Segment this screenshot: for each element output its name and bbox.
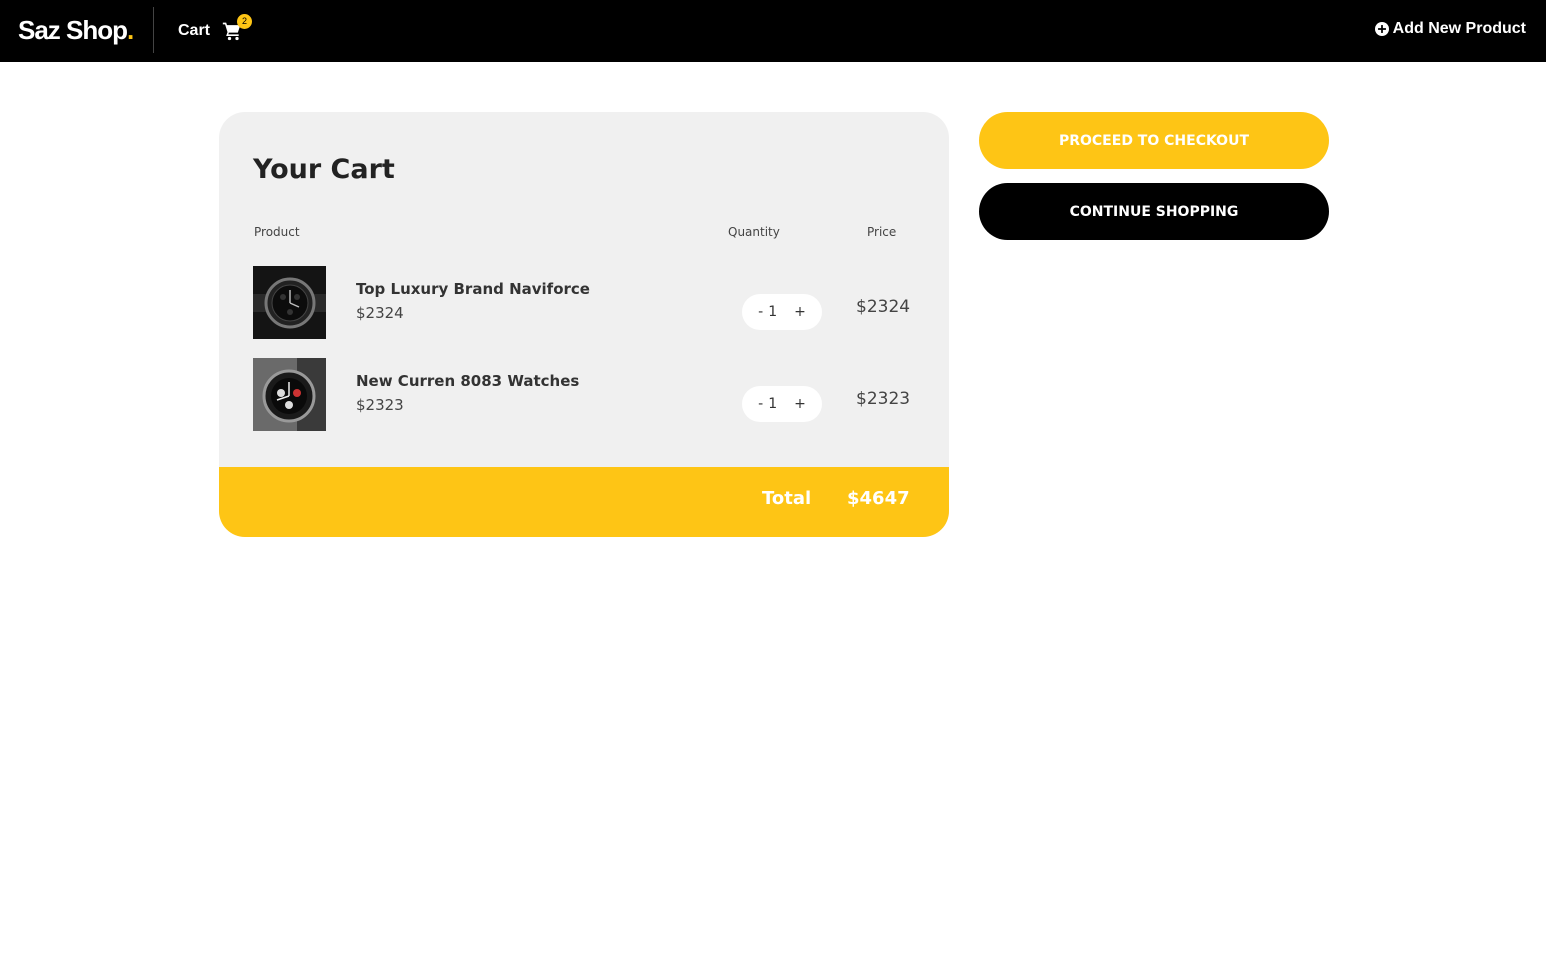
cart-link[interactable]: Cart 2	[178, 14, 253, 44]
decrease-quantity-button[interactable]: -	[754, 304, 767, 320]
add-new-product-link[interactable]: Add New Product	[1374, 20, 1526, 38]
column-header-product: Product	[254, 225, 300, 239]
cart-item-unit-price: $2324	[356, 304, 404, 322]
brand-logo[interactable]: Saz Shop.	[18, 14, 134, 46]
watch-image	[253, 358, 326, 431]
plus-circle-icon	[1374, 22, 1389, 36]
increase-quantity-button[interactable]: +	[790, 396, 810, 412]
column-header-price: Price	[867, 225, 897, 239]
nav-divider	[153, 7, 154, 53]
cart-item-name[interactable]: New Curren 8083 Watches	[356, 372, 579, 390]
brand-logo-dot: .	[127, 15, 134, 45]
shopping-cart-icon: 2	[222, 14, 253, 41]
quantity-stepper: - 1 +	[742, 386, 822, 422]
cart-item-price: $2324	[856, 297, 911, 317]
cart-title: Your Cart	[253, 154, 395, 185]
cart-count-badge: 2	[237, 14, 253, 29]
total-label: Total	[762, 488, 812, 509]
proceed-to-checkout-button[interactable]: PROCEED TO CHECKOUT	[979, 112, 1329, 169]
quantity-value: 1	[768, 304, 778, 320]
continue-shopping-button[interactable]: CONTINUE SHOPPING	[979, 183, 1329, 240]
cart-item-name[interactable]: Top Luxury Brand Naviforce	[356, 280, 590, 298]
column-header-quantity: Quantity	[728, 225, 780, 239]
cart-item-unit-price: $2323	[356, 396, 404, 414]
total-value: $4647	[847, 488, 910, 509]
increase-quantity-button[interactable]: +	[790, 304, 810, 320]
add-new-product-label: Add New Product	[1392, 20, 1526, 37]
cart-item: New Curren 8083 Watches $2323 - 1 + $232…	[253, 358, 913, 431]
cart-link-label: Cart	[178, 22, 211, 39]
cart-total-bar: Total $4647	[219, 467, 949, 537]
navbar: Saz Shop. Cart 2 Add New Product	[0, 0, 1546, 62]
cart-panel: Your Cart Product Quantity Price Top Lux…	[219, 112, 949, 537]
watch-image	[253, 266, 326, 339]
quantity-stepper: - 1 +	[742, 294, 822, 330]
cart-item-price: $2323	[856, 389, 911, 409]
quantity-value: 1	[768, 396, 778, 412]
brand-logo-text: Saz Shop	[18, 15, 128, 45]
decrease-quantity-button[interactable]: -	[754, 396, 767, 412]
cart-item: Top Luxury Brand Naviforce $2324 - 1 + $…	[253, 266, 913, 339]
